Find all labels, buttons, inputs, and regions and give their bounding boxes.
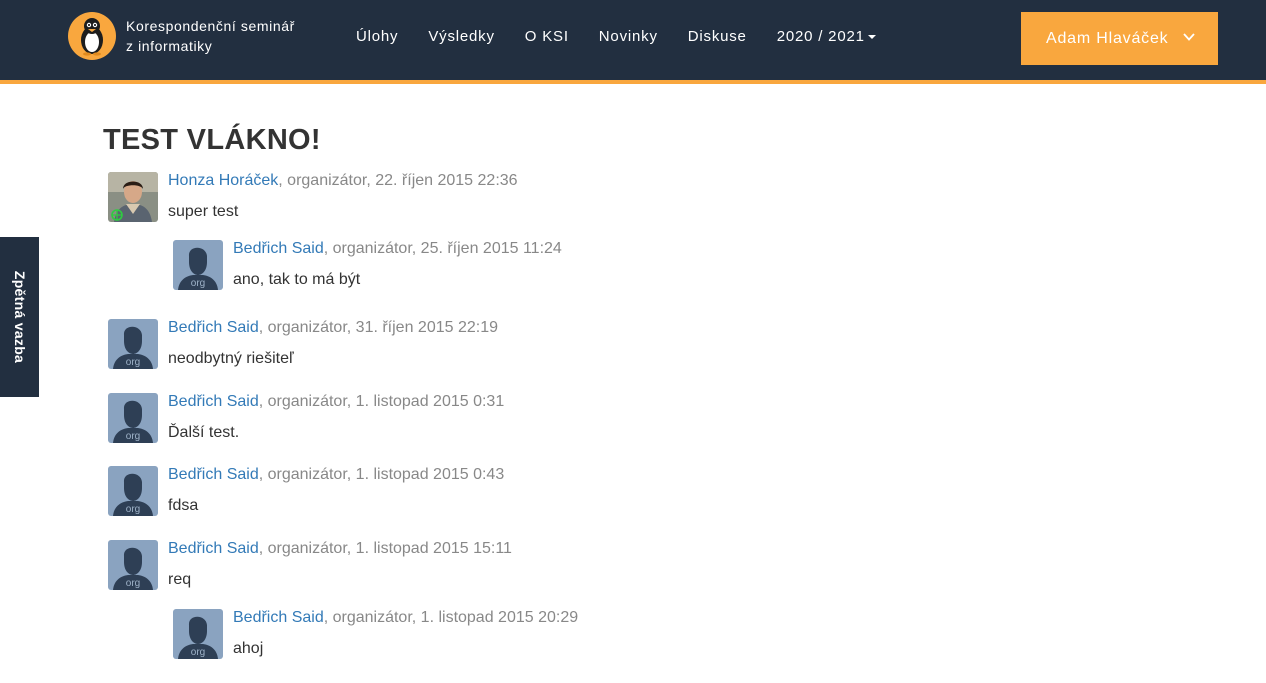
org-avatar-icon: org <box>108 393 158 443</box>
post-header: Bedřich Said, organizátor, 1. listopad 2… <box>168 466 504 484</box>
main-nav: Úlohy Výsledky O KSI Novinky Diskuse 202… <box>341 27 891 47</box>
post-header: Honza Horáček, organizátor, 22. říjen 20… <box>168 172 518 190</box>
navbar: Korespondenční seminář z informatiky Úlo… <box>0 0 1266 84</box>
post-meta: , organizátor, 25. říjen 2015 11:24 <box>323 240 562 257</box>
brand-title: Korespondenční seminář z informatiky <box>126 16 295 56</box>
post-text: super test <box>168 203 239 220</box>
post-meta: , organizátor, 1. listopad 2015 0:31 <box>258 393 505 410</box>
author-link[interactable]: Bedřich Said <box>168 466 259 483</box>
brand-link[interactable]: Korespondenční seminář z informatiky <box>68 12 295 60</box>
author-link[interactable]: Bedřich Said <box>168 393 259 410</box>
org-badge: org <box>126 578 140 589</box>
org-badge: org <box>191 647 205 658</box>
post-header: Bedřich Said, organizátor, 1. listopad 2… <box>168 393 504 411</box>
feedback-label: Zpětná vazba <box>11 270 28 364</box>
feedback-tab[interactable]: Zpětná vazba <box>0 237 39 397</box>
author-link[interactable]: Bedřich Said <box>233 240 324 257</box>
caret-down-icon <box>867 35 876 40</box>
post-meta: , organizátor, 1. listopad 2015 15:11 <box>258 540 512 557</box>
thread-title: TEST VLÁKNO! <box>103 124 321 156</box>
year-dropdown[interactable]: 2020 / 2021 <box>762 27 891 47</box>
nav-ulohy[interactable]: Úlohy <box>341 27 413 47</box>
user-photo-avatar <box>108 172 158 222</box>
org-avatar-icon: org <box>108 319 158 369</box>
post-text: ahoj <box>233 640 264 657</box>
nav-novinky[interactable]: Novinky <box>584 27 673 47</box>
nav-o-ksi[interactable]: O KSI <box>510 27 584 47</box>
post-meta: , organizátor, 22. říjen 2015 22:36 <box>278 172 518 189</box>
author-link[interactable]: Bedřich Said <box>168 540 259 557</box>
post-meta: , organizátor, 1. listopad 2015 20:29 <box>323 609 579 626</box>
post-header: Bedřich Said, organizátor, 25. říjen 201… <box>233 240 562 258</box>
post-text: req <box>168 571 192 588</box>
user-menu-button[interactable]: Adam Hlaváček <box>1021 12 1218 65</box>
org-avatar-icon: org <box>173 609 223 659</box>
author-link[interactable]: Bedřich Said <box>168 319 259 336</box>
author-link[interactable]: Honza Horáček <box>168 172 278 189</box>
post-meta: , organizátor, 1. listopad 2015 0:43 <box>258 466 505 483</box>
nav-diskuse[interactable]: Diskuse <box>673 27 762 47</box>
post-text: neodbytný riešiteľ <box>168 350 294 367</box>
org-avatar-icon: org <box>108 466 158 516</box>
penguin-logo-icon <box>68 12 116 60</box>
post-header: Bedřich Said, organizátor, 31. říjen 201… <box>168 319 498 337</box>
nav-vysledky[interactable]: Výsledky <box>413 27 509 47</box>
org-avatar-icon: org <box>173 240 223 290</box>
post-header: Bedřich Said, organizátor, 1. listopad 2… <box>168 540 512 558</box>
user-name: Adam Hlaváček <box>1046 29 1169 47</box>
org-badge: org <box>126 357 140 368</box>
post-header: Bedřich Said, organizátor, 1. listopad 2… <box>233 609 578 627</box>
org-avatar-icon: org <box>108 540 158 590</box>
brand-line-2: z informatiky <box>126 38 213 54</box>
post-text: ano, tak to má být <box>233 271 361 288</box>
chevron-down-icon <box>1183 33 1195 41</box>
post-meta: , organizátor, 31. říjen 2015 22:19 <box>258 319 498 336</box>
org-badge: org <box>126 431 140 442</box>
year-label: 2020 / 2021 <box>776 28 865 45</box>
org-badge: org <box>191 278 205 289</box>
author-link[interactable]: Bedřich Said <box>233 609 324 626</box>
org-badge: org <box>126 504 140 515</box>
brand-line-1: Korespondenční seminář <box>126 18 295 34</box>
post-text: Ďalší test. <box>168 424 240 441</box>
post-text: fdsa <box>168 497 199 514</box>
